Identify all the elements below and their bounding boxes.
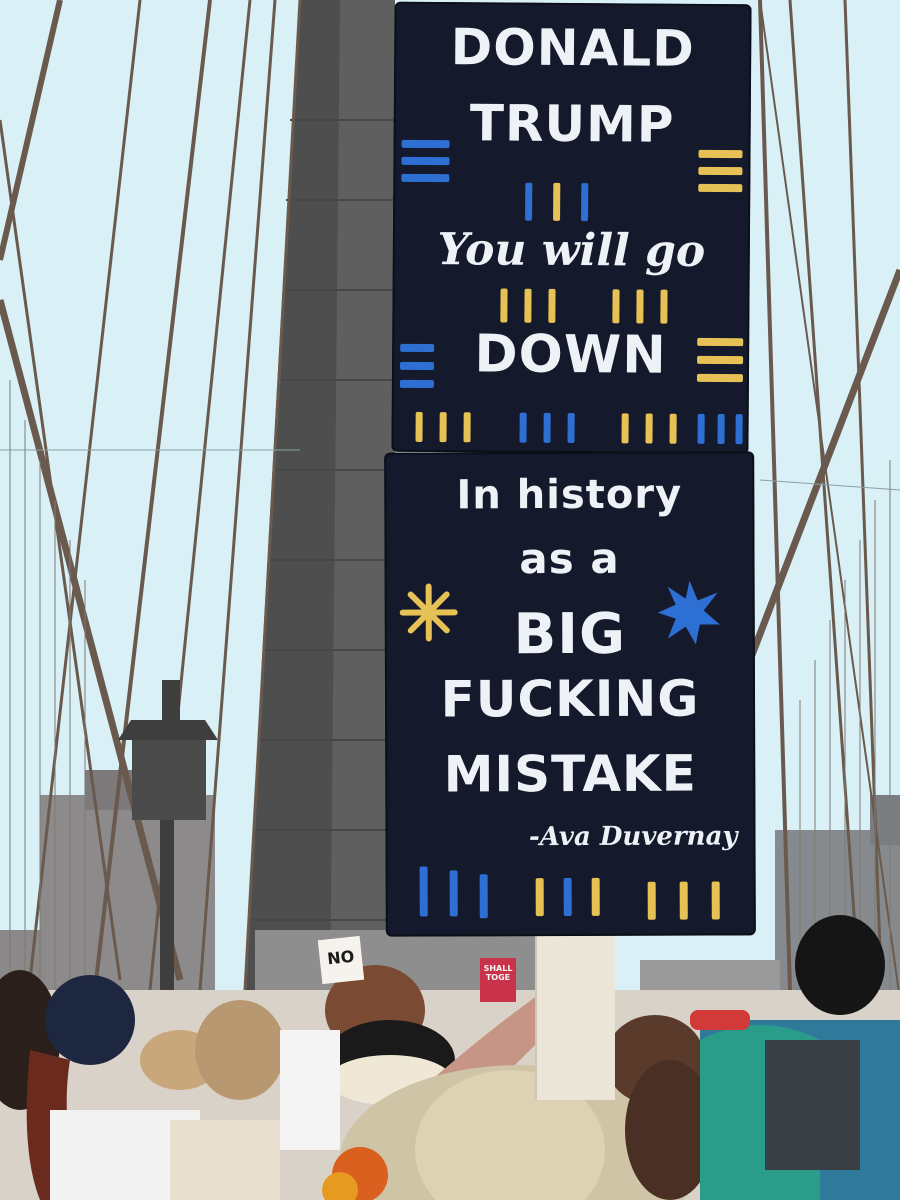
yellow-star-icon <box>399 583 458 642</box>
sign-line-you-will-go: You will go <box>437 224 706 277</box>
background-sign-no-text: NO <box>326 946 356 969</box>
sign-line-mistake: MISTAKE <box>443 744 697 804</box>
sign-line-in-history: In history <box>456 471 683 519</box>
sign-board-bottom: In history as a BIG FUCKING MISTAKE -Ava… <box>384 451 756 937</box>
background-sign-no: NO <box>317 935 365 985</box>
background-sign-pink: SHALL TOGE <box>480 958 516 1002</box>
sign-dashes-bottom-board <box>384 451 754 920</box>
sign-line-down: DOWN <box>474 324 667 386</box>
sign-stick <box>535 935 615 1100</box>
sign-board-top: DONALD TRUMP You will go DOWN <box>391 1 752 455</box>
sign-line-donald: DONALD <box>450 18 695 78</box>
blue-star-icon <box>657 580 720 645</box>
sign-line-fucking: FUCKING <box>440 669 700 729</box>
sign-line-as-a: as a <box>519 533 620 584</box>
background-sign-pink-text: SHALL TOGE <box>483 964 513 982</box>
sign-attribution: -Ava Duvernay <box>528 821 738 853</box>
